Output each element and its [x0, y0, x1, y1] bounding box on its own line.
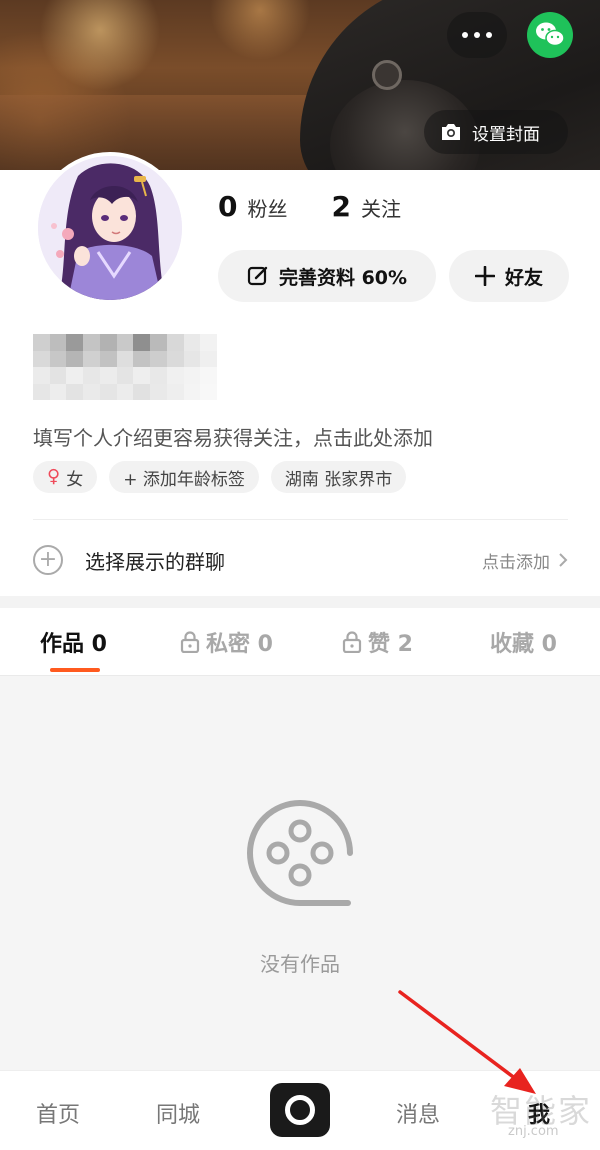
- avatar[interactable]: [34, 152, 186, 304]
- set-cover-label: 设置封面: [472, 124, 540, 145]
- fans-label[interactable]: 粉丝: [247, 193, 287, 222]
- tab-likes-label: 赞 2: [368, 632, 413, 657]
- edit-icon: [247, 266, 268, 286]
- location-tag-label: 湖南 张家界市: [284, 469, 393, 490]
- profile-stats: 0 粉丝 2 关注: [218, 190, 401, 223]
- empty-state-text: 没有作品: [260, 952, 340, 976]
- tab-favorites-label: 收藏 0: [490, 632, 557, 657]
- group-chat-row[interactable]: + 选择展示的群聊 点击添加: [33, 536, 568, 584]
- set-cover-button[interactable]: 设置封面: [424, 110, 568, 154]
- username-mosaic: [33, 334, 217, 400]
- more-dot-icon: [486, 32, 492, 38]
- add-friend-label: 好友: [504, 266, 543, 289]
- plus-icon: [474, 266, 495, 286]
- tab-favorites[interactable]: 收藏 0: [490, 626, 557, 658]
- more-button[interactable]: [447, 12, 507, 58]
- more-dot-icon: [474, 32, 480, 38]
- wechat-share-button[interactable]: [527, 12, 573, 58]
- lock-icon: [342, 631, 362, 653]
- cover-logo-shape: [372, 60, 402, 90]
- group-chat-action-label: 点击添加: [482, 552, 550, 573]
- active-tab-indicator: [50, 668, 100, 672]
- tab-private[interactable]: 私密 0: [180, 626, 273, 658]
- group-chat-label: 选择展示的群聊: [85, 549, 225, 574]
- bio-placeholder[interactable]: 填写个人介绍更容易获得关注，点击此处添加: [33, 422, 433, 451]
- age-tag-label: + 添加年龄标签: [123, 469, 245, 490]
- female-icon: ♀: [47, 466, 61, 487]
- avatar-illustration: [38, 156, 182, 300]
- location-tag[interactable]: 湖南 张家界市: [270, 461, 407, 493]
- more-dot-icon: [462, 32, 468, 38]
- following-label[interactable]: 关注: [361, 193, 401, 222]
- section-separator: [0, 596, 600, 608]
- nav-home[interactable]: 首页: [36, 1097, 80, 1129]
- edit-profile-button[interactable]: 完善资料 60%: [218, 250, 436, 302]
- add-friend-button[interactable]: 好友: [449, 250, 569, 302]
- record-icon: [285, 1095, 315, 1125]
- gender-tag[interactable]: ♀ 女: [33, 461, 98, 493]
- edit-profile-label: 完善资料 60%: [278, 266, 408, 289]
- record-button[interactable]: [270, 1083, 330, 1137]
- nav-messages[interactable]: 消息: [396, 1097, 440, 1129]
- tab-private-label: 私密 0: [206, 632, 273, 657]
- content-tabs: 作品 0 私密 0 赞 2 收藏 0: [0, 608, 600, 676]
- profile-tags: ♀ 女 + 添加年龄标签 湖南 张家界市: [33, 461, 407, 493]
- lock-icon: [180, 631, 200, 653]
- profile-cover[interactable]: 设置封面: [0, 0, 600, 170]
- group-chat-action[interactable]: 点击添加: [482, 548, 568, 573]
- add-circle-icon: +: [33, 545, 63, 575]
- chevron-right-icon: [559, 553, 568, 567]
- works-empty-state: 没有作品: [0, 676, 600, 1070]
- tab-likes[interactable]: 赞 2: [342, 626, 413, 658]
- film-reel-icon: [247, 800, 353, 906]
- age-tag[interactable]: + 添加年龄标签: [109, 461, 259, 493]
- divider: [33, 519, 568, 520]
- nav-nearby[interactable]: 同城: [156, 1097, 200, 1129]
- watermark-sub: znj.com: [508, 1124, 559, 1139]
- gender-tag-label: 女: [66, 469, 84, 490]
- wechat-icon: [536, 22, 565, 47]
- camera-icon: [442, 124, 460, 140]
- tab-works[interactable]: 作品 0: [40, 626, 107, 658]
- fans-count[interactable]: 0: [218, 190, 237, 223]
- following-count[interactable]: 2: [331, 190, 350, 223]
- tab-works-label: 作品 0: [40, 632, 107, 657]
